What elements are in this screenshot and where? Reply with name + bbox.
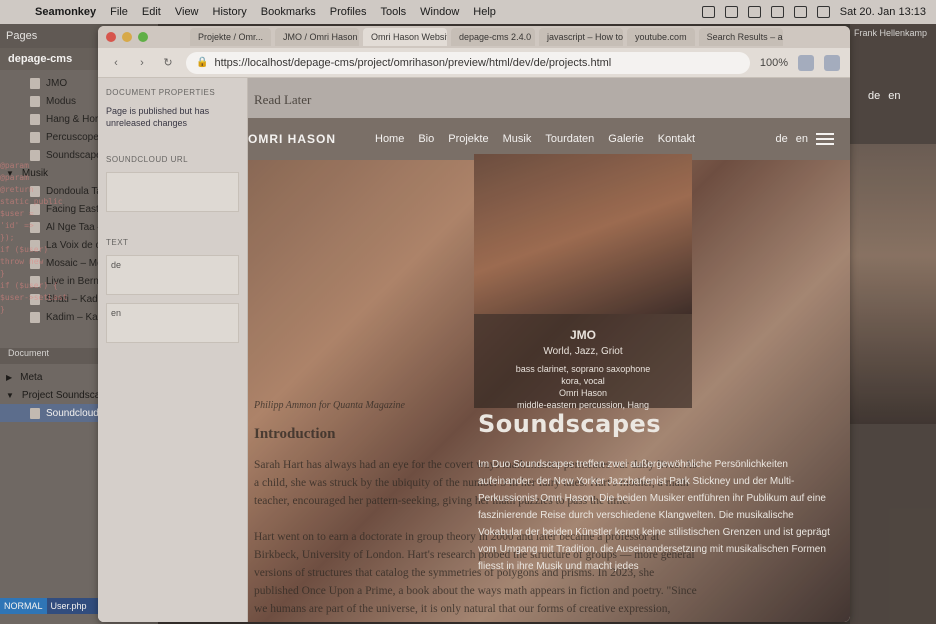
menubar-clock[interactable]: Sat 20. Jan 13:13 bbox=[840, 6, 926, 18]
browser-tab[interactable]: Projekte / Omr... bbox=[190, 28, 272, 46]
background-window-right: Frank Hellenkamp de en bbox=[850, 24, 936, 624]
wifi-icon[interactable] bbox=[816, 6, 830, 18]
page-icon bbox=[30, 95, 40, 107]
page-icon bbox=[30, 239, 40, 251]
article-heading: Introduction bbox=[254, 426, 336, 442]
address-url: https://localhost/depage-cms/project/omr… bbox=[214, 56, 612, 69]
soundcloud-url-field[interactable] bbox=[106, 172, 239, 212]
battery-icon[interactable] bbox=[793, 6, 807, 18]
browser-toolbar: ‹ › ↻ 🔒 https://localhost/depage-cms/pro… bbox=[98, 48, 850, 78]
text-label: TEXT bbox=[106, 238, 129, 247]
zoom-window-button[interactable] bbox=[138, 32, 148, 42]
page-icon bbox=[30, 257, 40, 269]
page-icon bbox=[30, 275, 40, 287]
page-icon bbox=[30, 149, 40, 161]
browser-tab[interactable]: javascript – How to ... bbox=[539, 28, 624, 46]
site-preview: OMRI HASON Home Bio Projekte Musik Tourd… bbox=[248, 78, 850, 622]
right-user-label: Frank Hellenkamp bbox=[854, 28, 928, 38]
profile-icon[interactable] bbox=[824, 54, 840, 71]
extension-icon[interactable] bbox=[798, 54, 814, 71]
unreleased-changes-notice: Page is published but has unreleased cha… bbox=[106, 106, 210, 128]
text-lang-en: en bbox=[111, 308, 122, 318]
browser-window: Projekte / Omr... JMO / Omri Hason Omri … bbox=[98, 26, 850, 622]
disclosure-triangle-icon[interactable]: ▼ bbox=[6, 391, 14, 400]
menu-tools[interactable]: Tools bbox=[373, 6, 413, 18]
menu-view[interactable]: View bbox=[168, 6, 206, 18]
site-lang-switch: de en bbox=[776, 133, 851, 145]
user-icon[interactable] bbox=[770, 6, 784, 18]
browser-tab[interactable]: depage-cms 2.4.0 bbox=[451, 28, 536, 46]
browser-tab[interactable]: JMO / Omri Hason bbox=[275, 28, 360, 46]
tree-item-label: Hang & Horn bbox=[46, 113, 104, 125]
soundcloud-label: SOUNDCLOUD URL bbox=[106, 155, 189, 164]
browser-tabstrip: Projekte / Omr... JMO / Omri Hason Omri … bbox=[98, 26, 850, 48]
bluetooth-icon[interactable] bbox=[724, 6, 738, 18]
page-icon bbox=[30, 221, 40, 233]
page-icon bbox=[30, 77, 40, 89]
read-later-link[interactable]: Read Later bbox=[254, 92, 311, 108]
tree-item-label: Musik bbox=[21, 167, 49, 179]
menu-edit[interactable]: Edit bbox=[135, 6, 168, 18]
close-window-button[interactable] bbox=[106, 32, 116, 42]
minimize-window-button[interactable] bbox=[122, 32, 132, 42]
section-text: Im Duo Soundscapes treffen zwei außergew… bbox=[478, 459, 830, 572]
address-bar[interactable]: 🔒 https://localhost/depage-cms/project/o… bbox=[186, 51, 750, 74]
lang-de[interactable]: de bbox=[868, 90, 880, 102]
project-name: depage-cms bbox=[8, 53, 73, 65]
menu-bookmarks[interactable]: Bookmarks bbox=[254, 6, 323, 18]
menu-file[interactable]: File bbox=[103, 6, 135, 18]
status-filename: User.php bbox=[50, 601, 87, 611]
page-icon bbox=[30, 311, 40, 323]
back-icon[interactable]: ‹ bbox=[108, 57, 124, 69]
page-icon bbox=[30, 113, 40, 125]
browser-tab[interactable]: Search Results – ach... bbox=[698, 28, 783, 46]
page-icon bbox=[30, 293, 40, 305]
page-icon bbox=[30, 407, 40, 419]
menu-help[interactable]: Help bbox=[466, 6, 503, 18]
text-lang-de: de bbox=[111, 260, 122, 270]
browser-tab-active[interactable]: Omri Hason Website bbox=[363, 28, 448, 46]
zoom-level[interactable]: 100% bbox=[760, 57, 788, 69]
site-lang-en[interactable]: en bbox=[796, 133, 808, 145]
lock-icon: 🔒 bbox=[196, 57, 209, 68]
text-field-de[interactable]: de bbox=[106, 255, 239, 295]
properties-label: DOCUMENT PROPERTIES bbox=[106, 88, 216, 97]
article-byline: Philipp Ammon for Quanta Magazine bbox=[254, 400, 405, 411]
soundscapes-section: Soundscapes Im Duo Soundscapes treffen z… bbox=[478, 410, 850, 575]
tree-item-label: Percuscope bbox=[46, 131, 99, 143]
menu-app[interactable]: Seamonkey bbox=[28, 6, 103, 18]
tree-item-label: Modus bbox=[46, 95, 77, 107]
page-icon bbox=[30, 131, 40, 143]
page-viewport: DOCUMENT PROPERTIES Page is published bu… bbox=[98, 78, 850, 622]
menu-history[interactable]: History bbox=[206, 6, 254, 18]
page-icon bbox=[30, 203, 40, 215]
menu-profiles[interactable]: Profiles bbox=[323, 6, 374, 18]
macos-menubar: Seamonkey File Edit View History Bookmar… bbox=[0, 0, 936, 24]
disclosure-triangle-icon[interactable]: ▼ bbox=[6, 169, 14, 178]
status-icons: Sat 20. Jan 13:13 bbox=[701, 6, 936, 18]
text-field-en[interactable]: en bbox=[106, 303, 239, 343]
background-photo bbox=[850, 144, 936, 424]
tab-pages[interactable]: Pages bbox=[6, 30, 37, 42]
browser-tab[interactable]: youtube.com bbox=[627, 28, 695, 46]
tree-item-label: JMO bbox=[46, 77, 68, 89]
menu-window[interactable]: Window bbox=[413, 6, 466, 18]
tree-item-label: Meta bbox=[20, 371, 43, 383]
site-lang-de[interactable]: de bbox=[776, 133, 788, 145]
reload-icon[interactable]: ↻ bbox=[160, 56, 176, 69]
disclosure-triangle-icon[interactable]: ▶ bbox=[6, 373, 12, 382]
menu-icon[interactable] bbox=[816, 133, 834, 145]
cms-properties-panel: DOCUMENT PROPERTIES Page is published bu… bbox=[98, 78, 248, 622]
page-icon bbox=[30, 185, 40, 197]
clock-icon[interactable] bbox=[747, 6, 761, 18]
right-lang-switch: de en bbox=[868, 90, 901, 102]
vim-mode: NORMAL bbox=[0, 598, 47, 614]
lang-en[interactable]: en bbox=[888, 90, 900, 102]
stats-icon[interactable] bbox=[701, 6, 715, 18]
forward-icon[interactable]: › bbox=[134, 57, 150, 69]
window-controls bbox=[106, 32, 148, 42]
section-title: Soundscapes bbox=[478, 410, 662, 438]
